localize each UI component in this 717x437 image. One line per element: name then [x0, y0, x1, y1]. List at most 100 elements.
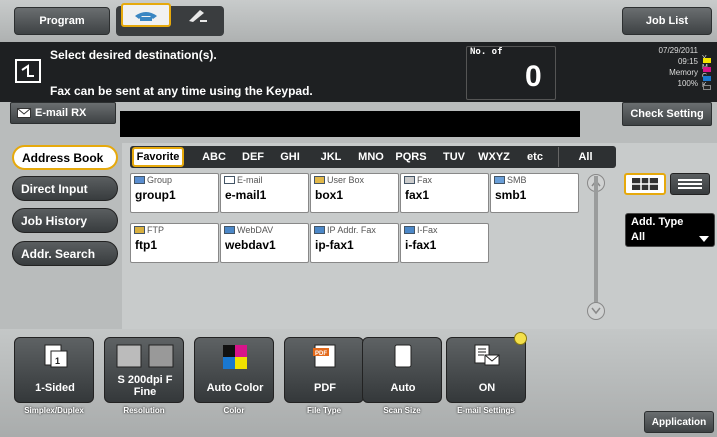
- tile-name: box1: [315, 188, 344, 202]
- memory-value: 100%: [677, 79, 698, 88]
- fax-phone-icon: [135, 12, 157, 21]
- color-icon: [223, 345, 247, 369]
- tab-pqrs[interactable]: PQRS: [392, 147, 430, 167]
- tab-wxyz[interactable]: WXYZ: [472, 147, 516, 167]
- program-button[interactable]: Program: [14, 7, 110, 35]
- tile-name: i-fax1: [405, 238, 437, 252]
- envelope-icon: [17, 108, 31, 118]
- tile-type-label: User Box: [327, 175, 365, 185]
- tile-type-label: SMB: [507, 175, 527, 185]
- tab-etc[interactable]: etc: [518, 147, 552, 167]
- scrollbar-track[interactable]: [594, 176, 598, 316]
- simplex-label: Simplex/Duplex: [24, 406, 84, 415]
- check-setting-button[interactable]: Check Setting: [622, 102, 712, 126]
- nav-direct-input[interactable]: Direct Input: [12, 176, 118, 201]
- list-view-button[interactable]: [670, 173, 710, 195]
- tile-type-label: IP Addr. Fax: [327, 225, 376, 235]
- message-line-2: Fax can be sent at any time using the Ke…: [50, 84, 313, 98]
- i-fax-icon: [404, 226, 415, 234]
- tab-ghi[interactable]: GHI: [274, 147, 306, 167]
- fax-mode-button[interactable]: [121, 3, 171, 27]
- email-settings-button[interactable]: ON: [446, 337, 526, 403]
- tile-name: group1: [135, 188, 176, 202]
- file-type-button[interactable]: PDF PDF: [284, 337, 364, 403]
- nav-address-book[interactable]: Address Book: [12, 145, 118, 170]
- simplex-value: 1-Sided: [35, 382, 75, 394]
- dest-tile-box1[interactable]: User Box box1: [310, 173, 399, 213]
- tile-type-label: WebDAV: [237, 225, 274, 235]
- email-rx-button[interactable]: E-mail RX: [10, 102, 116, 124]
- dest-tile-email1[interactable]: E-mail e-mail1: [220, 173, 309, 213]
- ink-bar-c: [703, 76, 711, 81]
- dest-tile-fax1[interactable]: Fax fax1: [400, 173, 489, 213]
- tab-mno[interactable]: MNO: [352, 147, 390, 167]
- status-time: 09:15: [677, 57, 698, 66]
- nav-job-history[interactable]: Job History: [12, 208, 118, 233]
- tab-favorite[interactable]: Favorite: [132, 147, 184, 167]
- settings-changed-indicator: [514, 332, 527, 345]
- ink-bar-y: [703, 58, 711, 63]
- dest-tile-smb1[interactable]: SMB smb1: [490, 173, 579, 213]
- scan-size-value: Auto: [390, 382, 416, 394]
- add-type-value: All: [631, 231, 646, 243]
- email-icon: [224, 176, 235, 184]
- resolution-icon: [116, 344, 174, 368]
- grid-view-icon: [632, 178, 658, 190]
- dest-tile-ip-fax1[interactable]: IP Addr. Fax ip-fax1: [310, 223, 399, 263]
- resolution-value: S 200dpi F Fine: [117, 374, 173, 398]
- ink-bar-k: [703, 85, 711, 90]
- job-list-button[interactable]: Job List: [622, 7, 712, 35]
- tile-name: ftp1: [135, 238, 157, 252]
- color-value: Auto Color: [206, 382, 264, 394]
- email-settings-icon: [474, 344, 500, 366]
- ftp-icon: [134, 226, 145, 234]
- svg-text:1: 1: [55, 356, 60, 366]
- color-label: Color: [223, 406, 245, 415]
- ink-bar-m: [703, 67, 711, 72]
- keypad-info-icon: [15, 59, 41, 83]
- grid-view-button[interactable]: [624, 173, 666, 195]
- no-of-value: 0: [525, 60, 542, 93]
- email-rx-label: E-mail RX: [35, 107, 87, 119]
- status-panel: 07/29/2011 09:15 Memory 100% Y M C K: [610, 45, 708, 97]
- webdav-icon: [224, 226, 235, 234]
- nav-addr-search[interactable]: Addr. Search: [12, 241, 118, 266]
- scan-mode-button[interactable]: [174, 3, 220, 27]
- simplex-duplex-button[interactable]: 1 1-Sided: [14, 337, 94, 403]
- email-settings-value: ON: [478, 382, 496, 394]
- memory-label: Memory: [669, 68, 698, 77]
- resolution-label: Resolution: [123, 406, 165, 415]
- application-button[interactable]: Application: [644, 411, 714, 433]
- scan-size-button[interactable]: Auto: [362, 337, 442, 403]
- pdf-icon: PDF: [313, 344, 336, 368]
- dest-tile-ftp1[interactable]: FTP ftp1: [130, 223, 219, 263]
- dest-tile-i-fax1[interactable]: I-Fax i-fax1: [400, 223, 489, 263]
- file-type-value: PDF: [314, 382, 336, 394]
- tab-def[interactable]: DEF: [234, 147, 272, 167]
- dest-tile-group1[interactable]: Group group1: [130, 173, 219, 213]
- color-button[interactable]: Auto Color: [194, 337, 274, 403]
- dest-tile-webdav1[interactable]: WebDAV webdav1: [220, 223, 309, 263]
- tab-all[interactable]: All: [558, 147, 612, 167]
- tab-jkl[interactable]: JKL: [314, 147, 348, 167]
- tab-tuv[interactable]: TUV: [436, 147, 472, 167]
- tile-type-label: E-mail: [237, 175, 263, 185]
- resolution-button[interactable]: S 200dpi F Fine: [104, 337, 184, 403]
- user-box-icon: [314, 176, 325, 184]
- tile-name: ip-fax1: [315, 238, 354, 252]
- tile-type-label: Group: [147, 175, 173, 185]
- add-type-select[interactable]: Add. Type All: [625, 213, 715, 247]
- tile-type-label: FTP: [147, 225, 164, 235]
- pen-icon: [189, 10, 207, 22]
- add-type-label: Add. Type: [631, 216, 684, 228]
- tile-name: fax1: [405, 188, 430, 202]
- destination-field[interactable]: [120, 111, 580, 137]
- no-of-label: No. of: [470, 47, 503, 57]
- scan-size-icon: [394, 344, 412, 368]
- ip-fax-icon: [314, 226, 325, 234]
- scroll-down-button[interactable]: [587, 302, 605, 320]
- svg-text:PDF: PDF: [315, 351, 327, 357]
- tile-name: webdav1: [225, 238, 276, 252]
- chevron-down-icon: [699, 236, 709, 242]
- tab-abc[interactable]: ABC: [196, 147, 232, 167]
